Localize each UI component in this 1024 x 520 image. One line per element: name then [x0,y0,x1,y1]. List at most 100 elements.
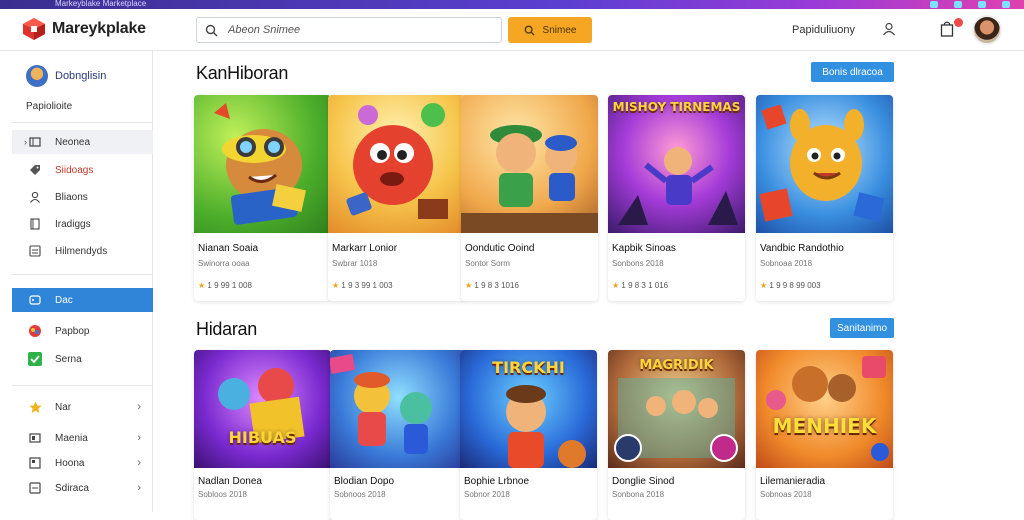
sidebar-item-monitor[interactable]: Maenia › [12,426,153,450]
section-action-button[interactable]: Sanitanimo [830,318,894,338]
search-box[interactable] [196,17,502,43]
card-meta: Sonbona 2018 [612,490,665,499]
sidebar-item-label: Maenia [55,432,88,444]
card-title: Bophie Lrbnoe [464,476,530,487]
sidebar-item-star[interactable]: Nar › [12,395,153,419]
game-logo-text: MAGRIDIK [639,358,714,373]
brand-logo[interactable]: Mareykplake [22,17,146,41]
card-meta: Sobnoos 2018 [334,490,386,499]
user-icon[interactable] [882,22,896,36]
cart-icon[interactable] [940,21,954,37]
search-input[interactable] [228,24,478,36]
user-icon [28,190,42,204]
search-icon [524,25,535,36]
sidebar-item-3[interactable]: Iradiggs [12,212,153,236]
sidebar-item-label: Dac [55,294,73,306]
game-card[interactable]: Vandbic Randothio Sobnoaa 2018 ★ 1 9 9 8… [756,95,893,301]
gamepad-icon [28,293,42,307]
divider [12,122,153,123]
game-logo-text: TIRCKHI [492,358,565,377]
title-bar-controls [930,1,1010,8]
sidebar-item-label: Neonea [55,136,91,148]
sidebar-item-label: Siidoags [55,164,94,176]
chevron-right-icon: › [137,432,141,444]
rating-value: 1 9 9 8 99 003 [769,281,821,290]
profile-name: Dobnglisin [55,70,107,82]
character-illustration [461,125,598,233]
sidebar-item-puzzle[interactable]: Papbop [12,319,153,343]
sidebar-profile[interactable]: Dobnglisin [26,65,106,87]
header-link[interactable]: Papiduliuony [792,24,855,36]
game-card[interactable]: TIRCKHI Bophie Lrbnoe Sobnor 2018 [460,350,597,520]
control-dot[interactable] [954,1,962,8]
section-action-button[interactable]: Bonis dlracoa [811,62,894,82]
sidebar-item-check[interactable]: Serna [12,347,153,371]
game-thumbnail: HIBUAS [194,350,331,468]
card-title: Nadlan Donea [198,476,262,487]
card-meta: Sobnoas 2018 [760,490,812,499]
card-title: Vandbic Randothio [760,243,844,254]
card-meta: Swbrar 1018 [332,259,378,268]
card-meta: Sontor Sorm [465,259,510,268]
game-thumbnail: MISHOY TIRNEMAS [608,95,745,233]
card-rating: ★ 1 9 3 99 1 003 [332,281,393,290]
game-logo-text: MISHOY TIRNEMAS [612,100,741,114]
sidebar-item-0[interactable]: › Neonea [12,130,153,154]
game-card[interactable]: Oondutic Ooind Sontor Sorm ★ 1 9 8 3 101… [461,95,598,301]
sidebar-item-label: Papbop [55,325,90,337]
card-rating: ★ 1 9 99 1 008 [198,281,252,290]
sidebar-item-label: Serna [55,353,82,365]
character-illustration [766,356,889,461]
sidebar-item-display[interactable]: Sdiraca › [12,476,153,500]
game-thumbnail [756,95,893,233]
card-rating: ★ 1 9 8 3 1016 [465,281,519,290]
star-icon: ★ [332,281,340,290]
sidebar-item-2[interactable]: Bliaons [12,185,153,209]
sidebar-subtitle: Papiolioite [26,101,73,112]
rating-value: 1 9 8 3 1016 [474,281,519,290]
sidebar-item-label: Sdiraca [55,482,89,494]
avatar[interactable] [972,15,1002,45]
card-meta: Swinorra ooaa [198,259,250,268]
rating-value: 1 9 3 99 1 003 [341,281,393,290]
star-icon: ★ [465,281,473,290]
game-card[interactable]: MENHIEK Lilemanieradia Sobnoas 2018 [756,350,893,520]
main-content: KanHiboran Bonis dlracoa Nianan Soaia Sw… [153,51,1024,520]
sidebar-item-label: Bliaons [55,191,88,203]
game-card[interactable]: Markarr Lonior Swbrar 1018 ★ 1 9 3 99 1 … [328,95,465,301]
character-illustration [330,354,432,454]
sidebar-item-label: Hoona [55,457,85,469]
game-card[interactable]: MISHOY TIRNEMAS Kapbik Sinoas Sonbons 20… [608,95,745,301]
puzzle-icon [28,324,42,338]
chevron-right-icon: › [137,457,141,469]
star-icon [28,400,42,414]
control-dot[interactable] [930,1,938,8]
window-title: Markeyblake Marketplace [55,0,147,8]
sidebar-item-label: Iradiggs [55,218,91,230]
control-dot[interactable] [1002,1,1010,8]
card-title: Oondutic Ooind [465,243,535,254]
character-illustration [346,103,448,219]
game-card[interactable]: HIBUAS Nadlan Donea Sobloos 2018 [194,350,331,520]
sidebar-item-1[interactable]: Siidoags [12,158,153,182]
grid-icon [28,456,42,470]
sidebar-item-4[interactable]: Hilmendyds [12,239,153,263]
sidebar-item-grid[interactable]: Hoona › [12,451,153,475]
chevron-right-icon: › [137,482,141,494]
sidebar-item-games[interactable]: Dac [12,288,153,312]
control-dot[interactable] [978,1,986,8]
character-illustration [214,103,306,225]
search-icon [205,24,218,36]
game-card[interactable]: Nianan Soaia Swinorra ooaa ★ 1 9 99 1 00… [194,95,331,301]
game-logo-text: MENHIEK [772,414,877,438]
divider [12,385,153,386]
search-button-label: Snimee [542,24,577,36]
game-thumbnail: MAGRIDIK [608,350,745,468]
game-card[interactable]: Blodian Dopo Sobnoos 2018 [330,350,467,520]
sidebar-item-label: Hilmendyds [55,245,108,257]
star-icon: ★ [198,281,206,290]
game-card[interactable]: MAGRIDIK Donglie Sinod Sonbona 2018 [608,350,745,520]
search-button[interactable]: Snimee [508,17,592,43]
notification-badge [954,18,963,27]
section-title: Hidaran [196,319,257,339]
